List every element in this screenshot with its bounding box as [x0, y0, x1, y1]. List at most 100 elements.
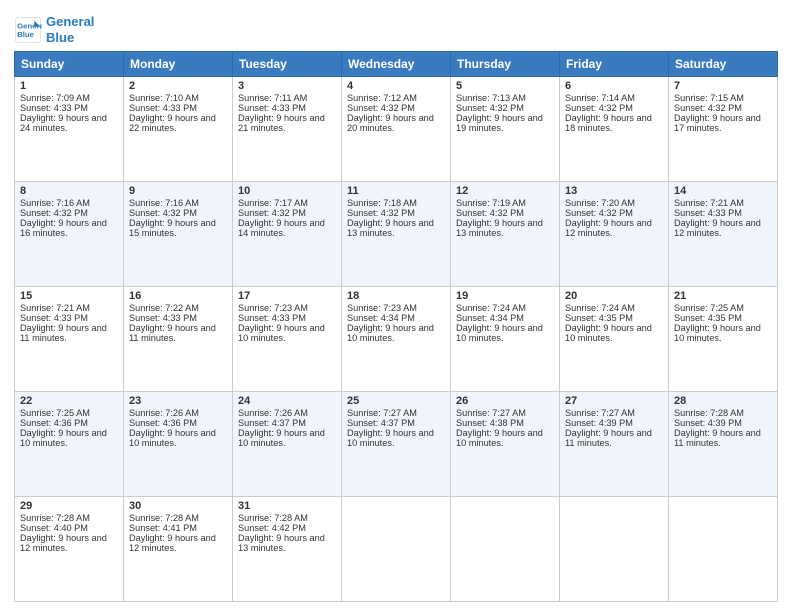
calendar-cell: 17Sunrise: 7:23 AMSunset: 4:33 PMDayligh…	[233, 287, 342, 392]
calendar-cell: 10Sunrise: 7:17 AMSunset: 4:32 PMDayligh…	[233, 182, 342, 287]
calendar-cell: 28Sunrise: 7:28 AMSunset: 4:39 PMDayligh…	[669, 392, 778, 497]
sunset-label: Sunset: 4:41 PM	[129, 523, 197, 533]
calendar-cell	[669, 497, 778, 602]
daylight-label: Daylight: 9 hours and 10 minutes.	[674, 323, 761, 343]
calendar-cell: 6Sunrise: 7:14 AMSunset: 4:32 PMDaylight…	[560, 77, 669, 182]
day-number: 30	[129, 500, 227, 512]
sunset-label: Sunset: 4:38 PM	[456, 418, 524, 428]
daylight-label: Daylight: 9 hours and 12 minutes.	[20, 533, 107, 553]
calendar-cell: 22Sunrise: 7:25 AMSunset: 4:36 PMDayligh…	[15, 392, 124, 497]
sunset-label: Sunset: 4:32 PM	[238, 208, 306, 218]
calendar-cell: 24Sunrise: 7:26 AMSunset: 4:37 PMDayligh…	[233, 392, 342, 497]
day-number: 22	[20, 395, 118, 407]
sunset-label: Sunset: 4:39 PM	[565, 418, 633, 428]
header: General Blue General Blue	[14, 10, 778, 45]
sunrise-label: Sunrise: 7:28 AM	[20, 513, 90, 523]
sunset-label: Sunset: 4:36 PM	[129, 418, 197, 428]
calendar-cell: 19Sunrise: 7:24 AMSunset: 4:34 PMDayligh…	[451, 287, 560, 392]
day-number: 13	[565, 185, 663, 197]
sunrise-label: Sunrise: 7:28 AM	[129, 513, 199, 523]
day-number: 6	[565, 80, 663, 92]
daylight-label: Daylight: 9 hours and 13 minutes.	[238, 533, 325, 553]
day-number: 29	[20, 500, 118, 512]
day-number: 21	[674, 290, 772, 302]
sunrise-label: Sunrise: 7:27 AM	[565, 408, 635, 418]
day-number: 17	[238, 290, 336, 302]
day-number: 11	[347, 185, 445, 197]
calendar-cell: 11Sunrise: 7:18 AMSunset: 4:32 PMDayligh…	[342, 182, 451, 287]
col-header-wednesday: Wednesday	[342, 52, 451, 77]
sunset-label: Sunset: 4:34 PM	[456, 313, 524, 323]
calendar-cell: 18Sunrise: 7:23 AMSunset: 4:34 PMDayligh…	[342, 287, 451, 392]
sunset-label: Sunset: 4:32 PM	[20, 208, 88, 218]
col-header-monday: Monday	[124, 52, 233, 77]
day-number: 24	[238, 395, 336, 407]
calendar-cell: 4Sunrise: 7:12 AMSunset: 4:32 PMDaylight…	[342, 77, 451, 182]
sunset-label: Sunset: 4:36 PM	[20, 418, 88, 428]
daylight-label: Daylight: 9 hours and 24 minutes.	[20, 113, 107, 133]
day-number: 14	[674, 185, 772, 197]
daylight-label: Daylight: 9 hours and 11 minutes.	[674, 428, 761, 448]
day-number: 2	[129, 80, 227, 92]
calendar-cell: 1Sunrise: 7:09 AMSunset: 4:33 PMDaylight…	[15, 77, 124, 182]
day-number: 12	[456, 185, 554, 197]
day-number: 4	[347, 80, 445, 92]
sunset-label: Sunset: 4:34 PM	[347, 313, 415, 323]
sunrise-label: Sunrise: 7:11 AM	[238, 93, 307, 103]
sunset-label: Sunset: 4:32 PM	[456, 208, 524, 218]
day-number: 9	[129, 185, 227, 197]
sunrise-label: Sunrise: 7:16 AM	[20, 198, 90, 208]
sunset-label: Sunset: 4:35 PM	[674, 313, 742, 323]
sunset-label: Sunset: 4:33 PM	[674, 208, 742, 218]
day-number: 15	[20, 290, 118, 302]
sunrise-label: Sunrise: 7:18 AM	[347, 198, 417, 208]
day-number: 5	[456, 80, 554, 92]
day-number: 26	[456, 395, 554, 407]
daylight-label: Daylight: 9 hours and 11 minutes.	[129, 323, 216, 343]
sunrise-label: Sunrise: 7:17 AM	[238, 198, 308, 208]
calendar-cell: 31Sunrise: 7:28 AMSunset: 4:42 PMDayligh…	[233, 497, 342, 602]
sunset-label: Sunset: 4:33 PM	[20, 313, 88, 323]
svg-text:Blue: Blue	[17, 30, 35, 39]
daylight-label: Daylight: 9 hours and 11 minutes.	[20, 323, 107, 343]
daylight-label: Daylight: 9 hours and 21 minutes.	[238, 113, 325, 133]
day-number: 1	[20, 80, 118, 92]
sunrise-label: Sunrise: 7:13 AM	[456, 93, 526, 103]
day-number: 23	[129, 395, 227, 407]
calendar-cell: 13Sunrise: 7:20 AMSunset: 4:32 PMDayligh…	[560, 182, 669, 287]
sunset-label: Sunset: 4:40 PM	[20, 523, 88, 533]
sunrise-label: Sunrise: 7:25 AM	[20, 408, 90, 418]
day-number: 7	[674, 80, 772, 92]
day-number: 31	[238, 500, 336, 512]
sunset-label: Sunset: 4:37 PM	[347, 418, 415, 428]
sunset-label: Sunset: 4:37 PM	[238, 418, 306, 428]
sunset-label: Sunset: 4:32 PM	[347, 103, 415, 113]
daylight-label: Daylight: 9 hours and 10 minutes.	[565, 323, 652, 343]
sunset-label: Sunset: 4:33 PM	[238, 103, 306, 113]
calendar-cell: 15Sunrise: 7:21 AMSunset: 4:33 PMDayligh…	[15, 287, 124, 392]
day-number: 27	[565, 395, 663, 407]
sunrise-label: Sunrise: 7:24 AM	[565, 303, 635, 313]
daylight-label: Daylight: 9 hours and 20 minutes.	[347, 113, 434, 133]
day-number: 19	[456, 290, 554, 302]
week-row-1: 1Sunrise: 7:09 AMSunset: 4:33 PMDaylight…	[15, 77, 778, 182]
daylight-label: Daylight: 9 hours and 11 minutes.	[565, 428, 652, 448]
sunrise-label: Sunrise: 7:19 AM	[456, 198, 526, 208]
calendar-cell	[342, 497, 451, 602]
sunrise-label: Sunrise: 7:22 AM	[129, 303, 199, 313]
daylight-label: Daylight: 9 hours and 15 minutes.	[129, 218, 216, 238]
sunrise-label: Sunrise: 7:10 AM	[129, 93, 199, 103]
daylight-label: Daylight: 9 hours and 10 minutes.	[129, 428, 216, 448]
sunset-label: Sunset: 4:32 PM	[347, 208, 415, 218]
daylight-label: Daylight: 9 hours and 10 minutes.	[20, 428, 107, 448]
calendar-cell: 27Sunrise: 7:27 AMSunset: 4:39 PMDayligh…	[560, 392, 669, 497]
daylight-label: Daylight: 9 hours and 13 minutes.	[456, 218, 543, 238]
daylight-label: Daylight: 9 hours and 10 minutes.	[238, 323, 325, 343]
calendar-cell: 30Sunrise: 7:28 AMSunset: 4:41 PMDayligh…	[124, 497, 233, 602]
col-header-saturday: Saturday	[669, 52, 778, 77]
week-row-5: 29Sunrise: 7:28 AMSunset: 4:40 PMDayligh…	[15, 497, 778, 602]
daylight-label: Daylight: 9 hours and 14 minutes.	[238, 218, 325, 238]
sunset-label: Sunset: 4:32 PM	[565, 208, 633, 218]
daylight-label: Daylight: 9 hours and 12 minutes.	[674, 218, 761, 238]
page: General Blue General Blue SundayMondayTu…	[0, 0, 792, 612]
